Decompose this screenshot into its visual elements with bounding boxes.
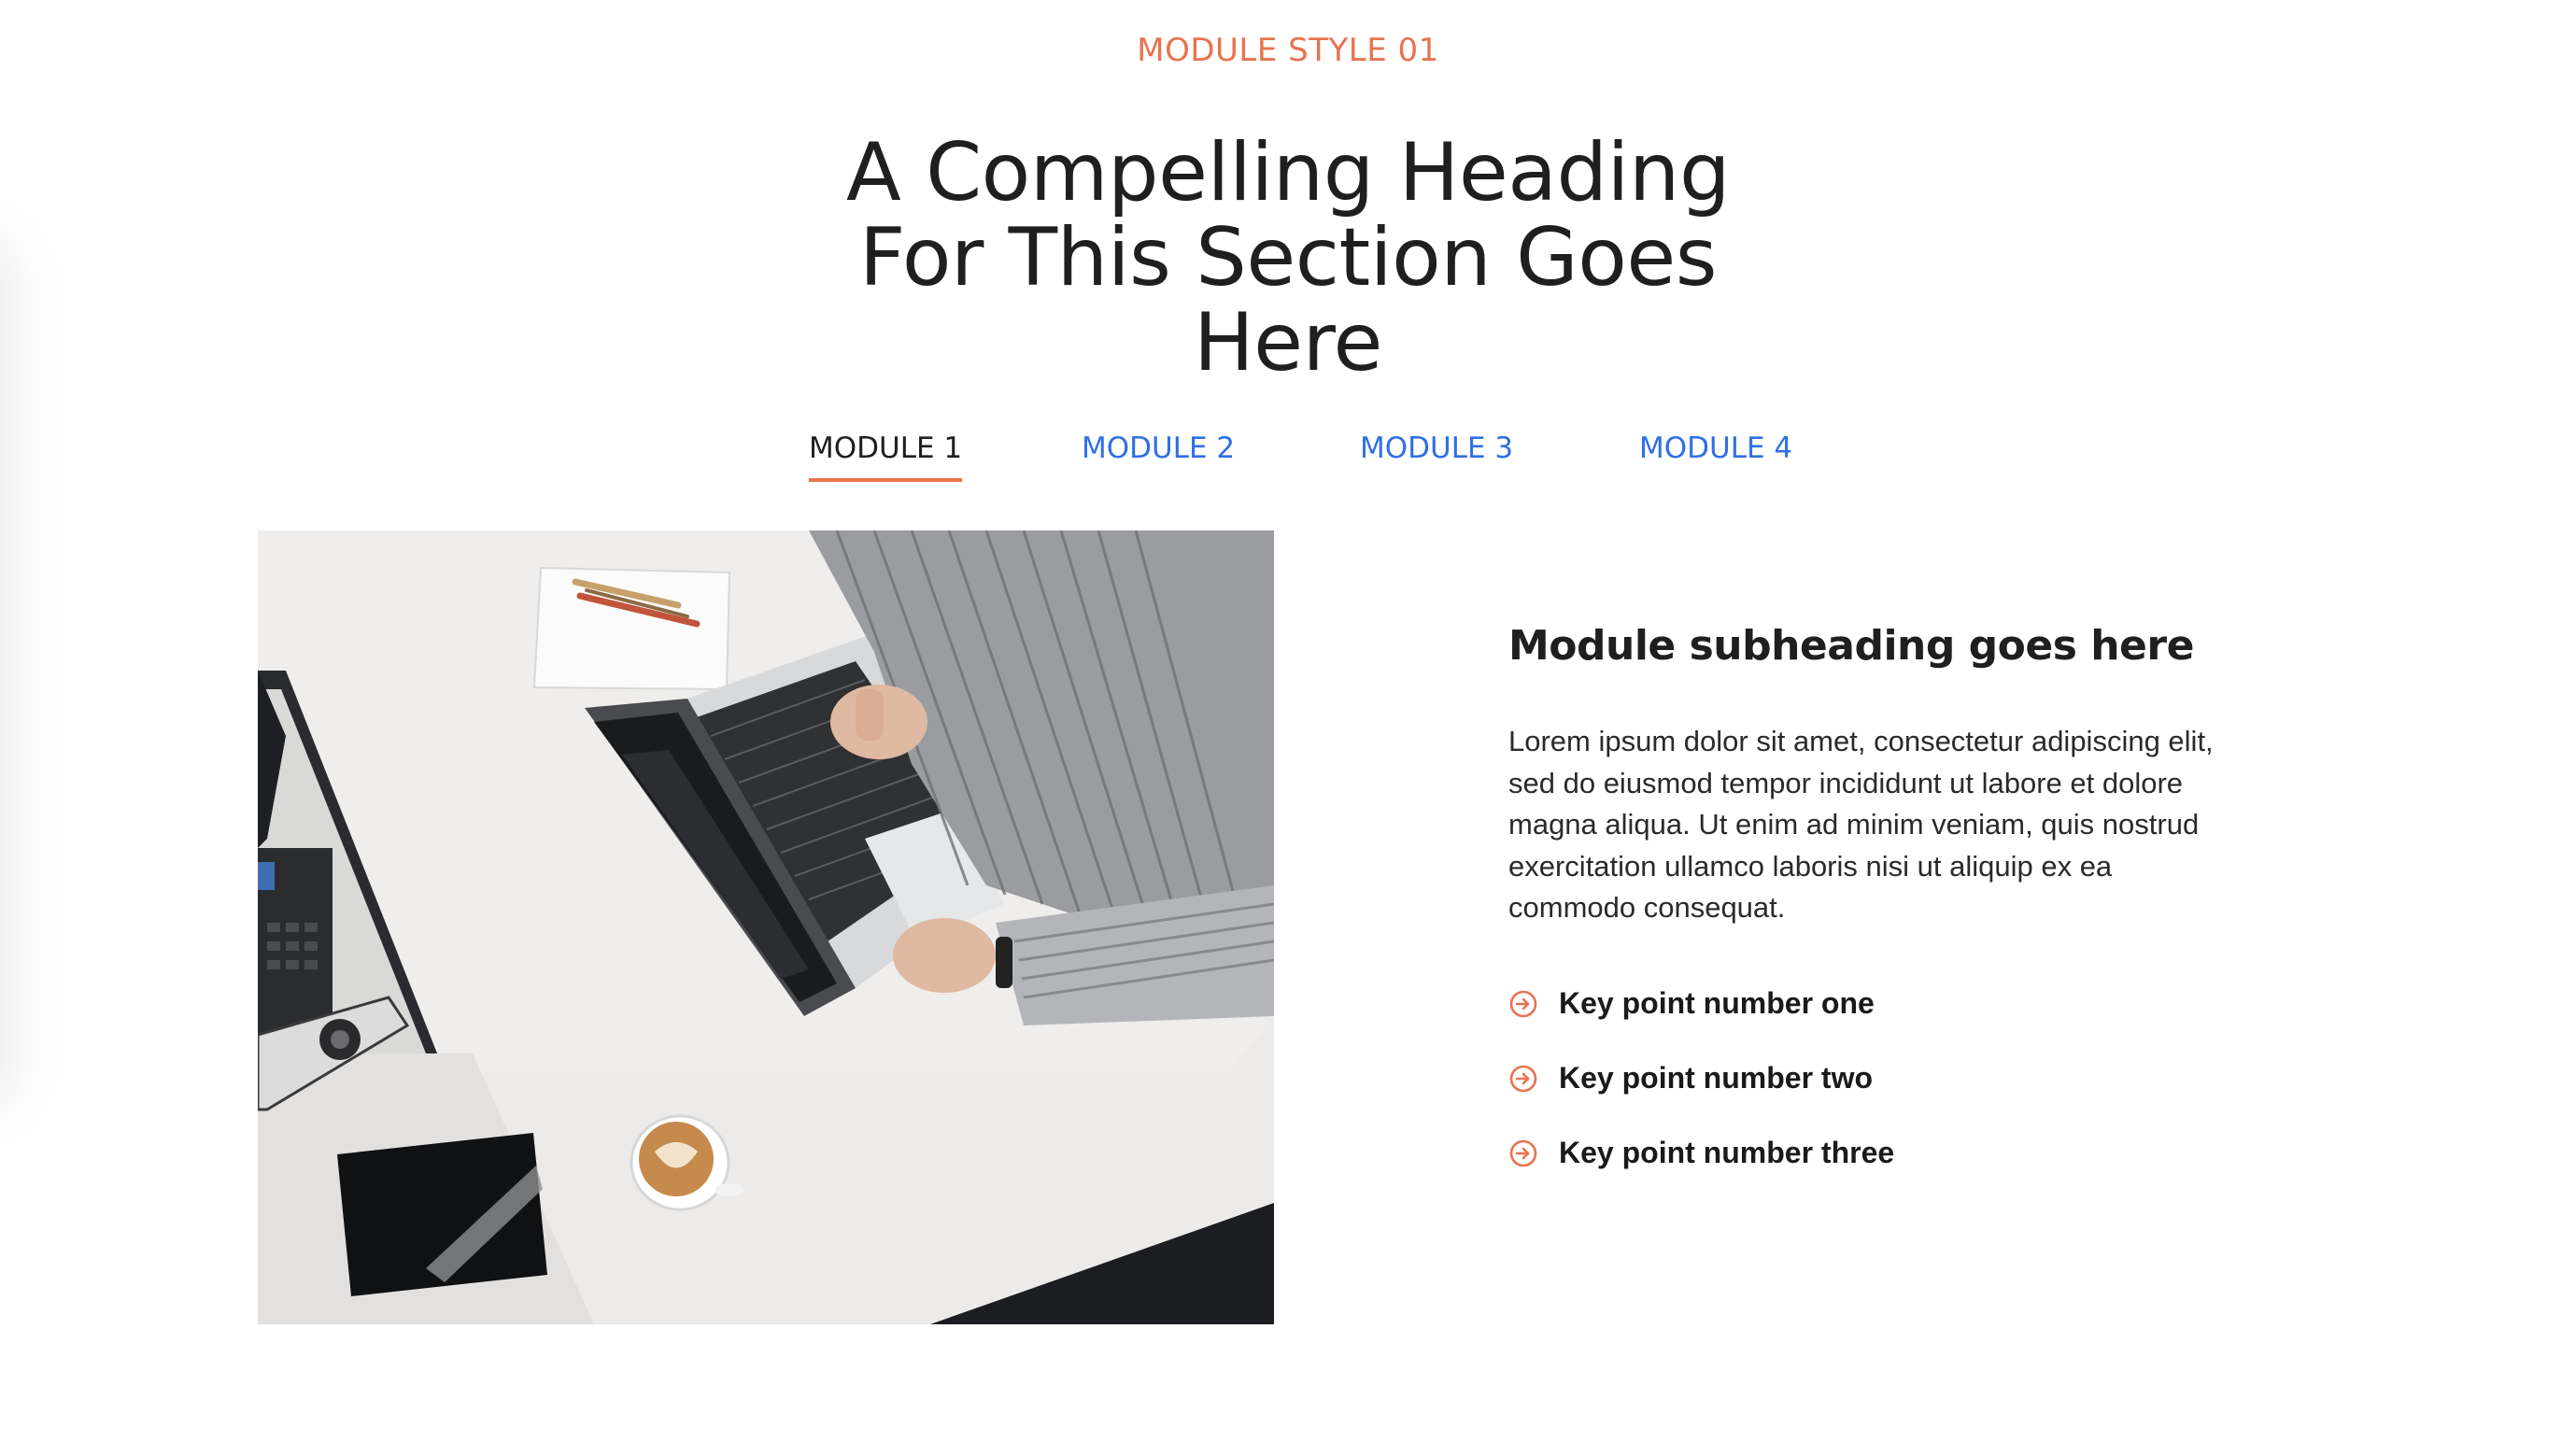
arrow-circle-right-icon [1509, 1139, 1537, 1167]
eyebrow-label: MODULE STYLE 01 [1137, 32, 1439, 69]
module-tabs: MODULE 1 MODULE 2 MODULE 3 MODULE 4 [0, 431, 2576, 488]
tab-module-1[interactable]: MODULE 1 [809, 431, 963, 482]
key-point-label: Key point number two [1559, 1061, 1873, 1095]
tab-module-2[interactable]: MODULE 2 [1082, 431, 1235, 478]
module-image [258, 530, 1274, 1324]
module-section: MODULE STYLE 01 A Compelling Heading For… [0, 0, 2576, 1442]
tab-module-3[interactable]: MODULE 3 [1360, 431, 1513, 478]
module-subheading: Module subheading goes here [1508, 622, 2194, 670]
list-item: Key point number three [1508, 1132, 2256, 1207]
key-points-list: Key point number one Key point number tw… [1508, 983, 2256, 1207]
key-point-label: Key point number three [1559, 1136, 1895, 1169]
heading-line-2: For This Section Goes [858, 211, 1718, 304]
module-body-text: Lorem ipsum dolor sit amet, consectetur … [1508, 725, 2214, 924]
list-item: Key point number two [1508, 1057, 2256, 1132]
heading-line-3: Here [1194, 296, 1382, 389]
section-heading: A Compelling Heading For This Section Go… [774, 131, 1802, 386]
arrow-circle-right-icon [1509, 990, 1537, 1018]
side-panel-shadow [0, 233, 19, 1111]
arrow-circle-right-icon [1509, 1065, 1537, 1093]
key-point-label: Key point number one [1559, 986, 1875, 1020]
tab-module-4[interactable]: MODULE 4 [1639, 431, 1792, 478]
heading-line-1: A Compelling Heading [845, 126, 1731, 219]
list-item: Key point number one [1508, 983, 2256, 1057]
